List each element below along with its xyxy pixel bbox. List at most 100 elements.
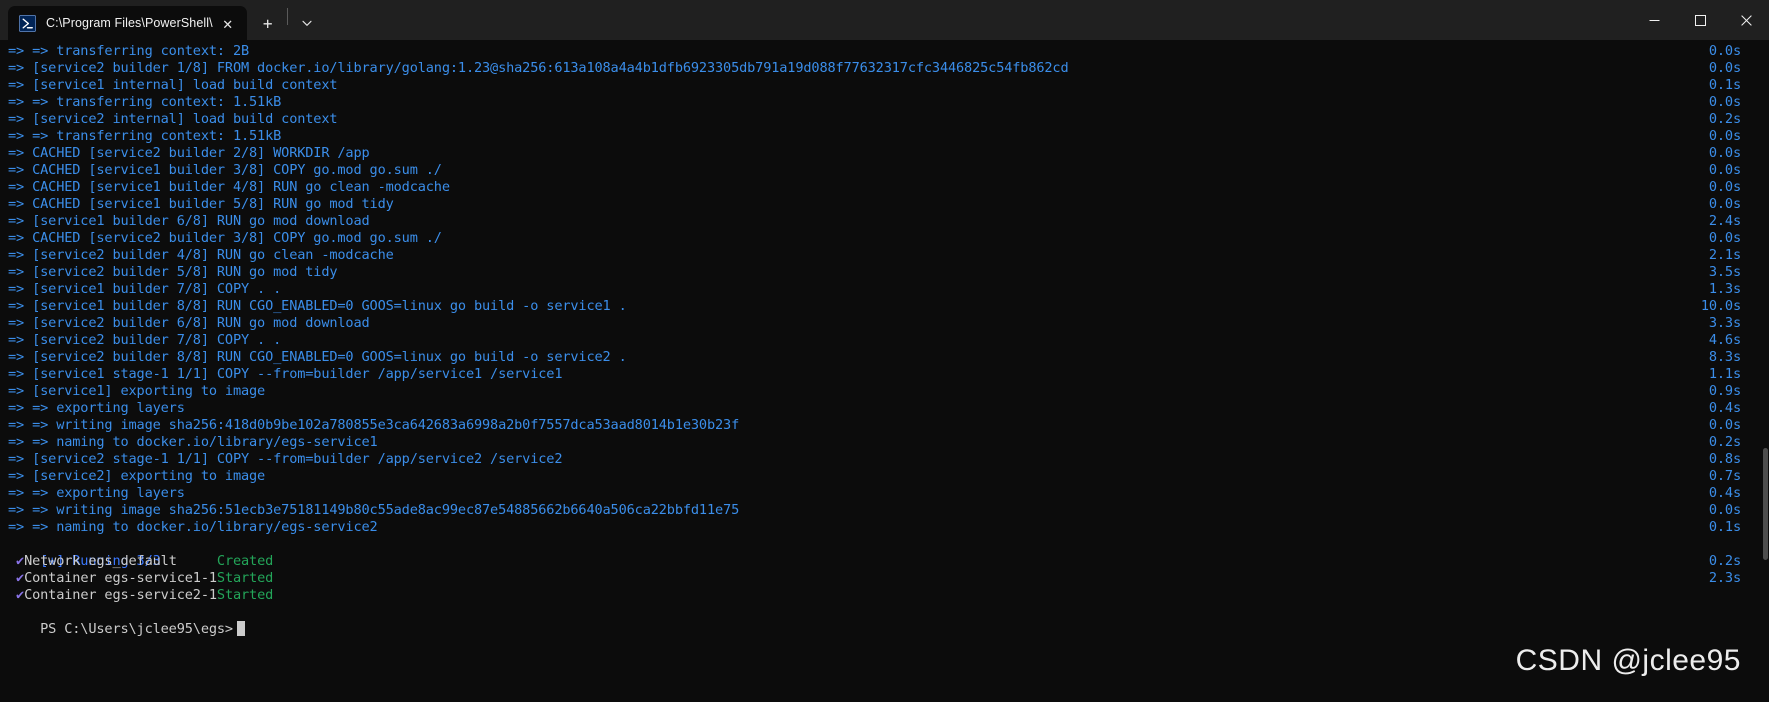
build-log-line: => [service1 builder 7/8] COPY . . 1.3s (8, 281, 1769, 298)
build-log-text: => [service2 stage-1 1/1] COPY --from=bu… (8, 451, 563, 467)
build-log-line: => => transferring context: 1.51kB 0.0s (8, 128, 1769, 145)
checkmark-icon: ✔ (8, 570, 25, 586)
build-log-text: => CACHED [service1 builder 3/8] COPY go… (8, 162, 442, 178)
build-log-duration: 0.0s (1708, 230, 1741, 246)
tab-title: C:\Program Files\PowerShell\ (46, 16, 213, 30)
build-log-duration: 0.0s (1708, 43, 1741, 59)
build-log-duration: 0.9s (1708, 383, 1741, 399)
build-log-text: => [service2 builder 7/8] COPY . . (8, 332, 282, 348)
resource-duration: 0.2s (1708, 553, 1741, 569)
build-log-line: => [service2 internal] load build contex… (8, 111, 1769, 128)
chevron-down-icon[interactable] (290, 6, 324, 40)
build-log-text: => [service2 internal] load build contex… (8, 111, 338, 127)
resource-status: Started (216, 570, 274, 586)
build-log-line: => CACHED [service1 builder 3/8] COPY go… (8, 162, 1769, 179)
build-log-text: => CACHED [service1 builder 5/8] RUN go … (8, 196, 394, 212)
compose-resource-row: ✔Container egs-service1-1Started 2.3s (8, 570, 1769, 587)
checkmark-icon: ✔ (8, 553, 25, 569)
build-log-text: => [service2 builder 4/8] RUN go clean -… (8, 247, 394, 263)
build-log-text: => [service1 stage-1 1/1] COPY --from=bu… (8, 366, 563, 382)
terminal-tab[interactable]: C:\Program Files\PowerShell\ ✕ (8, 6, 247, 40)
chevron-down-glyph (302, 20, 312, 26)
build-log-text: => => transferring context: 2B (8, 43, 250, 59)
build-log-duration: 0.0s (1708, 162, 1741, 178)
compose-running-header: [+] Running 3/3 (8, 536, 1769, 569)
build-log-line: => [service1 builder 6/8] RUN go mod dow… (8, 213, 1769, 230)
build-log-duration: 8.3s (1708, 349, 1741, 365)
build-log-line: => => writing image sha256:51ecb3e751811… (8, 502, 1769, 519)
new-tab-button[interactable]: + (251, 6, 285, 40)
build-log-text: => CACHED [service2 builder 2/8] WORKDIR… (8, 145, 370, 161)
build-log-line: => [service2 builder 7/8] COPY . . 4.6s (8, 332, 1769, 349)
build-log-duration: 0.4s (1708, 485, 1741, 501)
build-log-line: => [service2 builder 5/8] RUN go mod tid… (8, 264, 1769, 281)
build-log-text: => [service1 builder 8/8] RUN CGO_ENABLE… (8, 298, 627, 314)
build-log-line: => => naming to docker.io/library/egs-se… (8, 519, 1769, 536)
docker-build-log: => => transferring context: 2B 0.0s => [se… (8, 43, 1769, 536)
build-log-line: => CACHED [service2 builder 2/8] WORKDIR… (8, 145, 1769, 162)
minimize-button[interactable] (1631, 0, 1677, 40)
window-controls (1631, 0, 1769, 40)
build-log-duration: 3.3s (1708, 315, 1741, 331)
build-log-duration: 0.7s (1708, 468, 1741, 484)
build-log-text: => [service1 builder 6/8] RUN go mod dow… (8, 213, 370, 229)
powershell-icon (19, 14, 36, 32)
build-log-line: => CACHED [service2 builder 3/8] COPY go… (8, 230, 1769, 247)
resource-status: Started (216, 587, 274, 603)
build-log-duration: 0.0s (1708, 128, 1741, 144)
build-log-text: => => transferring context: 1.51kB (8, 94, 282, 110)
build-log-text: => => exporting layers (8, 485, 185, 501)
build-log-duration: 0.0s (1708, 417, 1741, 433)
watermark-text: CSDN @jclee95 (1515, 644, 1741, 677)
build-log-line: => [service2 builder 1/8] FROM docker.io… (8, 60, 1769, 77)
close-window-button[interactable] (1723, 0, 1769, 40)
build-log-duration: 0.0s (1708, 502, 1741, 518)
build-log-line: => => writing image sha256:418d0b9be102a… (8, 417, 1769, 434)
build-log-duration: 0.0s (1708, 196, 1741, 212)
build-log-text: => CACHED [service1 builder 4/8] RUN go … (8, 179, 450, 195)
build-log-text: => [service2 builder 5/8] RUN go mod tid… (8, 264, 338, 280)
minimize-icon (1649, 19, 1659, 21)
build-log-line: => CACHED [service1 builder 4/8] RUN go … (8, 179, 1769, 196)
build-log-text: => CACHED [service2 builder 3/8] COPY go… (8, 230, 442, 246)
build-log-line: => [service1 stage-1 1/1] COPY --from=bu… (8, 366, 1769, 383)
resource-name: Container egs-service2-1 (24, 587, 217, 603)
build-log-line: => [service2 builder 6/8] RUN go mod dow… (8, 315, 1769, 332)
build-log-duration: 0.0s (1708, 145, 1741, 161)
build-log-text: => => writing image sha256:51ecb3e751811… (8, 502, 740, 518)
build-log-duration: 0.2s (1708, 111, 1741, 127)
build-log-duration: 2.1s (1708, 247, 1741, 263)
resource-status: Created (216, 553, 274, 569)
build-log-duration: 0.0s (1708, 94, 1741, 110)
build-log-text: => [service2] exporting to image (8, 468, 266, 484)
maximize-button[interactable] (1677, 0, 1723, 40)
build-log-line: => [service1] exporting to image 0.9s (8, 383, 1769, 400)
build-log-duration: 1.3s (1708, 281, 1741, 297)
build-log-line: => => naming to docker.io/library/egs-se… (8, 434, 1769, 451)
build-log-text: => [service2 builder 1/8] FROM docker.io… (8, 60, 1069, 76)
build-log-duration: 0.8s (1708, 451, 1741, 467)
build-log-duration: 0.2s (1708, 434, 1741, 450)
text-cursor (236, 621, 245, 636)
build-log-duration: 0.0s (1708, 179, 1741, 195)
build-log-text: => => transferring context: 1.51kB (8, 128, 282, 144)
build-log-line: => => transferring context: 2B 0.0s (8, 43, 1769, 60)
scrollbar-thumb[interactable] (1763, 448, 1768, 560)
build-log-line: => => transferring context: 1.51kB 0.0s (8, 94, 1769, 111)
build-log-duration: 0.4s (1708, 400, 1741, 416)
compose-resource-row: ✔Container egs-service2-1Started (8, 587, 1769, 604)
build-log-duration: 1.1s (1708, 366, 1741, 382)
build-log-text: => => writing image sha256:418d0b9be102a… (8, 417, 740, 433)
build-log-duration: 4.6s (1708, 332, 1741, 348)
build-log-text: => => naming to docker.io/library/egs-se… (8, 519, 378, 535)
close-tab-icon[interactable]: ✕ (215, 10, 241, 36)
compose-resource-list: ✔Network egs_default Created 0.2s ✔Contai… (8, 553, 1769, 604)
build-log-text: => [service1] exporting to image (8, 383, 266, 399)
build-log-duration: 0.1s (1708, 77, 1741, 93)
terminal-output-pane[interactable]: => => transferring context: 2B 0.0s => [se… (0, 40, 1769, 702)
build-log-line: => [service2] exporting to image 0.7s (8, 468, 1769, 485)
scrollbar-track[interactable] (1762, 40, 1769, 702)
compose-resource-row: ✔Network egs_default Created 0.2s (8, 553, 1769, 570)
checkmark-icon: ✔ (8, 587, 25, 603)
build-log-text: => [service1 internal] load build contex… (8, 77, 338, 93)
